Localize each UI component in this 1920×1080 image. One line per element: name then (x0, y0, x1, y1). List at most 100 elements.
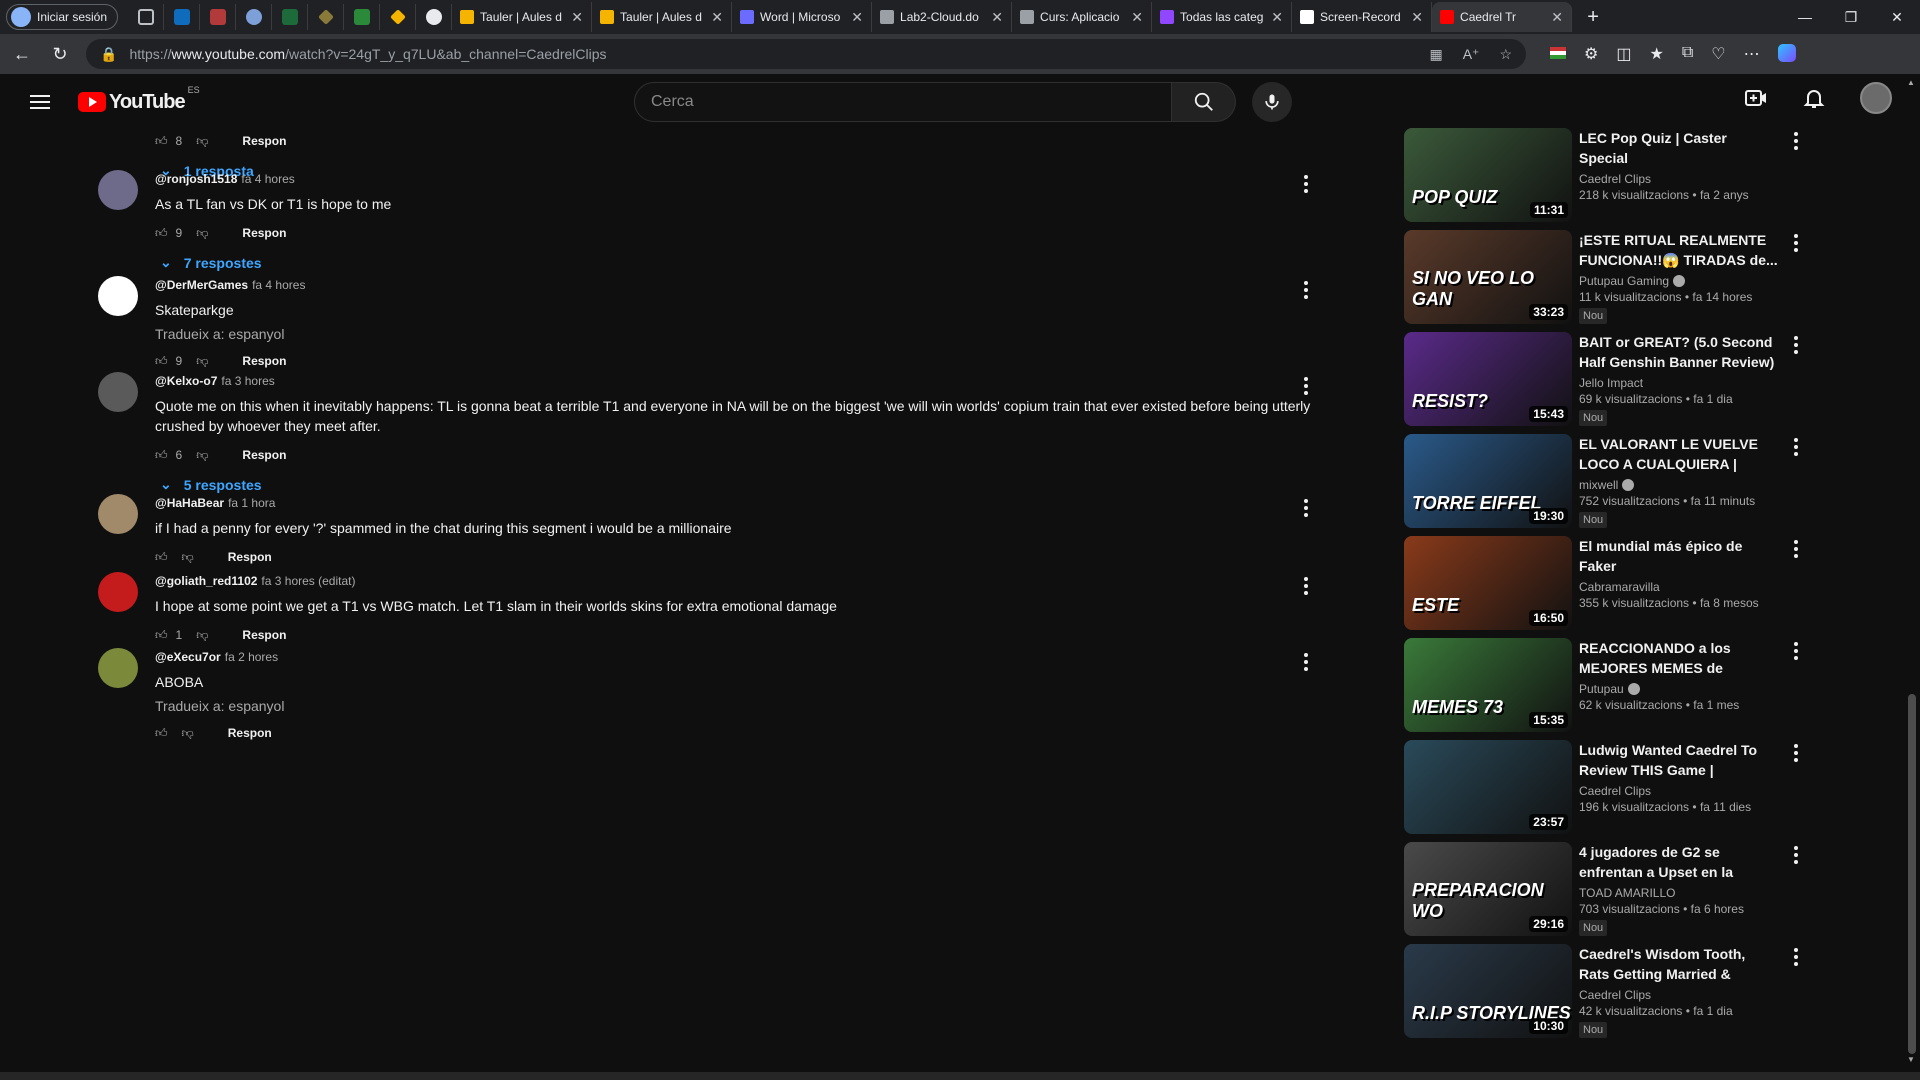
video-thumbnail[interactable]: PREPARACION WO 29:16 (1404, 842, 1572, 936)
avatar[interactable] (98, 572, 138, 612)
reply-button[interactable]: Respon (242, 354, 286, 368)
avatar[interactable] (98, 648, 138, 688)
close-tab-icon[interactable]: ✕ (711, 9, 723, 26)
browser-profile-button[interactable]: Iniciar sesión (6, 4, 119, 30)
back-icon[interactable]: ← (10, 42, 34, 66)
like-icon[interactable]: 👍︎ (155, 354, 168, 369)
video-title[interactable]: EL VALORANT LE VUELVE LOCO A CUALQUIERA … (1579, 434, 1779, 474)
tab-pinned-moodle[interactable] (380, 4, 417, 30)
search-button[interactable] (1172, 82, 1236, 122)
video-channel[interactable]: TOAD AMARILLO (1579, 886, 1675, 900)
comment-author[interactable]: @eXecu7or (155, 650, 221, 664)
comment-time[interactable]: fa 4 hores (241, 172, 294, 186)
reload-icon[interactable]: ↻ (48, 42, 72, 66)
reply-button[interactable]: Respon (228, 550, 272, 564)
related-video-item[interactable]: TORRE EIFFEL 19:30 EL VALORANT LE VUELVE… (1404, 434, 1804, 532)
related-video-item[interactable]: SI NO VEO LO GAN 33:23 ¡ESTE RITUAL REAL… (1404, 230, 1804, 328)
view-replies-button[interactable]: ⌄ 5 respostes (160, 476, 1315, 493)
comment-author[interactable]: @ronjosh1518 (155, 172, 237, 186)
comment-more-icon[interactable] (1294, 374, 1318, 398)
search-input[interactable] (634, 82, 1172, 122)
app-available-icon[interactable]: ▦ (1429, 46, 1442, 63)
video-channel[interactable]: Cabramaravilla (1579, 580, 1660, 594)
comment-more-icon[interactable] (1294, 496, 1318, 520)
video-title[interactable]: Ludwig Wanted Caedrel To Review THIS Gam… (1579, 740, 1779, 780)
tab-workspaces[interactable] (128, 4, 165, 30)
close-window-icon[interactable]: ✕ (1874, 0, 1920, 34)
copilot-icon[interactable] (1777, 44, 1796, 62)
voice-search-button[interactable] (1252, 82, 1292, 122)
comment-more-icon[interactable] (1294, 574, 1318, 598)
like-icon[interactable]: 👍︎ (155, 628, 168, 643)
scroll-down-arrow-icon[interactable]: ▼ (1907, 1055, 1915, 1064)
video-more-icon[interactable] (1794, 132, 1798, 150)
notifications-bell-icon[interactable] (1802, 86, 1826, 110)
reply-button[interactable]: Respon (242, 226, 286, 240)
browser-tab[interactable]: Lab2-Cloud.do ✕ (872, 2, 1013, 32)
browser-tab[interactable]: Word | Microso ✕ (732, 2, 873, 32)
like-icon[interactable]: 👍︎ (155, 448, 168, 463)
video-title[interactable]: REACCIONANDO a los MEJORES MEMES de GENS… (1579, 638, 1779, 678)
browser-tab[interactable]: Tauler | Aules d ✕ (452, 2, 593, 32)
related-video-item[interactable]: ESTE 16:50 El mundial más épico de Faker… (1404, 536, 1804, 634)
browser-tab[interactable]: Screen-Record ✕ (1292, 2, 1433, 32)
minimize-icon[interactable]: — (1782, 0, 1828, 34)
dislike-icon[interactable]: 👎︎ (182, 550, 194, 565)
reply-button[interactable]: Respon (242, 134, 286, 148)
dislike-icon[interactable]: 👎︎ (196, 226, 208, 241)
video-channel[interactable]: mixwell (1579, 478, 1618, 492)
video-thumbnail[interactable]: MEMES 73 15:35 (1404, 638, 1572, 732)
dislike-icon[interactable]: 👎︎ (196, 448, 208, 463)
video-title[interactable]: ¡ESTE RITUAL REALMENTE FUNCIONA!!😱 TIRAD… (1579, 230, 1779, 270)
video-title[interactable]: LEC Pop Quiz | Caster Special (1579, 128, 1779, 168)
like-icon[interactable]: 👍︎ (155, 226, 168, 241)
video-more-icon[interactable] (1794, 744, 1798, 762)
video-thumbnail[interactable]: RESIST? 15:43 (1404, 332, 1572, 426)
video-thumbnail[interactable]: POP QUIZ 11:31 (1404, 128, 1572, 222)
dislike-icon[interactable]: 👎︎ (196, 134, 208, 149)
page-scrollbar[interactable]: ▲ ▼ (1904, 74, 1920, 1070)
close-tab-icon[interactable]: ✕ (851, 9, 863, 26)
settings-more-icon[interactable]: ⋯ (1744, 44, 1760, 64)
video-thumbnail[interactable]: 23:57 (1404, 740, 1572, 834)
comment-time[interactable]: fa 3 hores (221, 374, 274, 388)
comment-author[interactable]: @Kelxo-o7 (155, 374, 217, 388)
like-icon[interactable]: 👍︎ (155, 134, 168, 149)
view-replies-button[interactable]: ⌄ 7 respostes (160, 254, 1315, 271)
video-thumbnail[interactable]: R.I.P STORYLINES 10:30 (1404, 944, 1572, 1038)
like-icon[interactable]: 👍︎ (155, 726, 168, 741)
video-channel[interactable]: Jello Impact (1579, 376, 1643, 390)
comment-author[interactable]: @DerMerGames (155, 278, 248, 292)
avatar[interactable] (98, 494, 138, 534)
tab-pinned-blue[interactable] (236, 4, 273, 30)
comment-time[interactable]: fa 1 hora (228, 496, 275, 510)
video-title[interactable]: 4 jugadores de G2 se enfrentan a Upset e… (1579, 842, 1779, 882)
video-channel[interactable]: Caedrel Clips (1579, 172, 1651, 186)
comment-time[interactable]: fa 3 hores (editat) (261, 574, 355, 588)
video-channel[interactable]: Caedrel Clips (1579, 988, 1651, 1002)
browser-tab[interactable]: Tauler | Aules d ✕ (592, 2, 733, 32)
dislike-icon[interactable]: 👎︎ (196, 354, 208, 369)
close-tab-icon[interactable]: ✕ (1411, 9, 1423, 26)
comment-author[interactable]: @goliath_red1102 (155, 574, 257, 588)
new-tab-button[interactable]: + (1578, 6, 1608, 29)
avatar[interactable] (98, 276, 138, 316)
close-tab-icon[interactable]: ✕ (991, 9, 1003, 26)
create-video-icon[interactable] (1744, 86, 1768, 110)
comment-more-icon[interactable] (1294, 650, 1318, 674)
related-video-item[interactable]: R.I.P STORYLINES 10:30 Caedrel's Wisdom … (1404, 944, 1804, 1042)
scroll-thumb[interactable] (1908, 694, 1916, 1054)
reply-button[interactable]: Respon (228, 726, 272, 740)
video-more-icon[interactable] (1794, 846, 1798, 864)
close-tab-icon[interactable]: ✕ (1551, 9, 1563, 26)
close-tab-icon[interactable]: ✕ (1271, 9, 1283, 26)
translate-link[interactable]: Tradueix a: espanyol (155, 698, 1315, 714)
favorites-icon[interactable]: ★ (1649, 44, 1663, 64)
related-video-item[interactable]: POP QUIZ 11:31 LEC Pop Quiz | Caster Spe… (1404, 128, 1804, 226)
tab-pinned-uab[interactable] (344, 4, 381, 30)
video-title[interactable]: BAIT or GREAT? (5.0 Second Half Genshin … (1579, 332, 1779, 372)
restore-icon[interactable]: ❐ (1828, 0, 1874, 34)
reply-button[interactable]: Respon (242, 448, 286, 462)
tab-pinned-diamond[interactable] (308, 4, 345, 30)
video-channel[interactable]: Caedrel Clips (1579, 784, 1651, 798)
